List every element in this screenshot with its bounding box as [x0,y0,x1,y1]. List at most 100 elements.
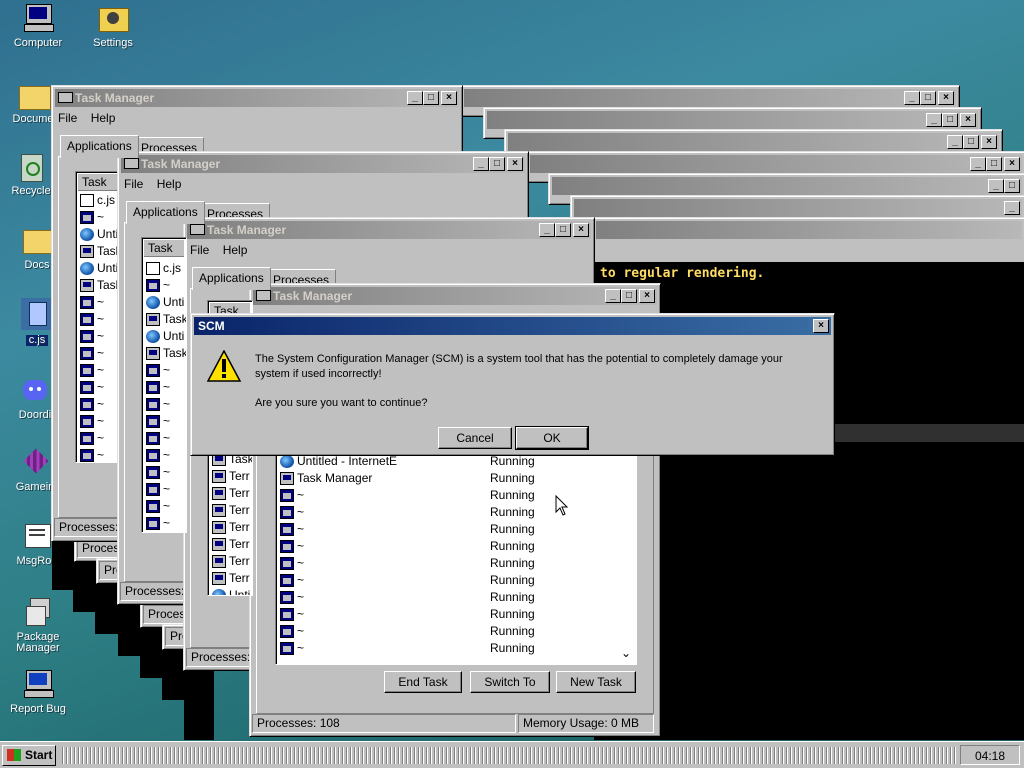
list-item[interactable]: Unti [212,587,250,595]
table-row[interactable]: ~ Running [280,538,610,555]
window-titlebar[interactable]: Task Manager _ □ × [253,287,657,305]
table-row[interactable]: ~ Running [280,555,610,572]
minimize-icon[interactable]: _ [539,223,555,237]
dialog-titlebar[interactable]: SCM × [194,317,831,335]
menu-file[interactable]: File [124,177,143,191]
minimize-icon[interactable]: _ [407,91,423,105]
minimize-icon[interactable]: _ [1004,201,1020,215]
close-icon[interactable]: × [981,135,997,149]
close-icon[interactable]: × [507,157,523,171]
close-icon[interactable]: × [960,113,976,127]
desktop-icon-package-manager[interactable]: Package Manager [1,596,75,654]
close-icon[interactable]: × [441,91,457,105]
window-titlebar[interactable]: _ □ × [508,133,999,151]
list-item[interactable]: Task [146,345,186,362]
table-row[interactable]: ~ Running [280,521,610,538]
close-icon[interactable]: × [938,91,954,105]
list-item[interactable]: ~ [146,277,170,294]
start-button[interactable]: Start [2,745,56,766]
desktop-icon-computer[interactable]: Computer [1,2,75,49]
close-icon[interactable]: × [813,319,829,333]
list-item[interactable]: Terr [212,570,250,587]
list-item[interactable]: ~ [80,396,104,413]
list-item[interactable]: ~ [146,430,170,447]
list-item[interactable]: Unti [80,260,118,277]
minimize-icon[interactable]: _ [605,289,621,303]
window-titlebar[interactable]: Task Manager _ □ × [187,221,591,239]
list-item[interactable]: Task [146,311,186,328]
window-titlebar[interactable]: _ □ × [487,111,978,129]
list-item[interactable]: Terr [212,553,250,570]
table-row[interactable]: ~ Running [280,623,610,640]
ok-button[interactable]: OK [515,426,589,450]
chevron-down-icon[interactable]: ⌄ [621,646,631,660]
cancel-button[interactable]: Cancel [438,427,512,449]
tab-applications[interactable]: Applications [126,201,205,224]
list-item[interactable]: Task [80,277,122,294]
window-titlebar[interactable]: Task Manager _ □ × [121,155,525,173]
minimize-icon[interactable]: _ [904,91,920,105]
list-item[interactable]: Task [80,243,122,260]
list-item[interactable]: ~ [146,481,170,498]
maximize-icon[interactable]: □ [423,91,439,105]
minimize-icon[interactable]: _ [947,135,963,149]
window-titlebar[interactable]: _ □ × [464,89,956,107]
list-item[interactable]: Terr [212,536,250,553]
menu-file[interactable]: File [190,243,209,257]
list-item[interactable]: ~ [80,447,104,462]
new-task-button[interactable]: New Task [556,671,636,693]
menu-help[interactable]: Help [91,111,116,125]
tab-applications[interactable]: Applications [60,135,139,158]
close-icon[interactable]: × [1004,157,1020,171]
maximize-icon[interactable]: □ [963,135,979,149]
list-item[interactable]: c.js [80,192,115,209]
list-item[interactable]: ~ [80,294,104,311]
end-task-button[interactable]: End Task [384,671,462,693]
applications-list[interactable]: Untitled - InternetE Running Task Manager R… [275,451,637,665]
list-item[interactable]: Terr [212,485,250,502]
window-titlebar[interactable]: _ □ [552,177,1022,195]
list-item[interactable]: ~ [146,396,170,413]
scm-dialog[interactable]: SCM × The System Configuration Manager (… [190,313,835,456]
system-tray-clock[interactable]: 04:18 [960,745,1020,765]
window-titlebar[interactable]: _ [574,199,1022,217]
list-item[interactable]: Terr [212,519,250,536]
close-icon[interactable]: × [639,289,655,303]
maximize-icon[interactable]: □ [555,223,571,237]
maximize-icon[interactable]: □ [986,157,1002,171]
switch-to-button[interactable]: Switch To [470,671,550,693]
window-titlebar[interactable]: _ □ × [530,155,1022,173]
table-row[interactable]: ~ Running [280,589,610,606]
list-item[interactable]: Unti [146,328,184,345]
taskbar-buttons-strip[interactable] [60,747,956,764]
list-item[interactable]: Terr [212,502,250,519]
maximize-icon[interactable]: □ [942,113,958,127]
task-list[interactable]: Task c.js ~ Unti Task Unti Task ~ ~ ~ ~ ~ ~ ~ ~ ~ ~ [141,237,187,533]
list-item[interactable]: ~ [146,379,170,396]
list-item[interactable]: c.js [146,260,181,277]
maximize-icon[interactable]: □ [489,157,505,171]
minimize-icon[interactable]: _ [970,157,986,171]
window-titlebar[interactable] [596,221,1022,239]
maximize-icon[interactable]: □ [920,91,936,105]
list-item[interactable]: ~ [80,328,104,345]
menu-help[interactable]: Help [223,243,248,257]
minimize-icon[interactable]: _ [926,113,942,127]
tab-applications[interactable]: Applications [192,267,271,290]
list-item[interactable]: ~ [146,464,170,481]
maximize-icon[interactable]: □ [621,289,637,303]
table-row[interactable]: ~ Running [280,606,610,623]
list-item[interactable]: ~ [146,362,170,379]
table-row[interactable]: ~ Running [280,572,610,589]
table-row[interactable]: Task Manager Running [280,470,610,487]
list-item[interactable]: ~ [80,345,104,362]
menu-file[interactable]: File [58,111,77,125]
list-item[interactable]: Terr [212,468,250,485]
table-row[interactable]: ~ Running [280,640,610,657]
list-item[interactable]: ~ [80,430,104,447]
menu-help[interactable]: Help [157,177,182,191]
desktop-icon-settings[interactable]: Settings [76,2,150,49]
close-icon[interactable]: × [573,223,589,237]
desktop-icon-report-bug[interactable]: Report Bug [1,668,75,715]
list-item[interactable]: ~ [80,379,104,396]
